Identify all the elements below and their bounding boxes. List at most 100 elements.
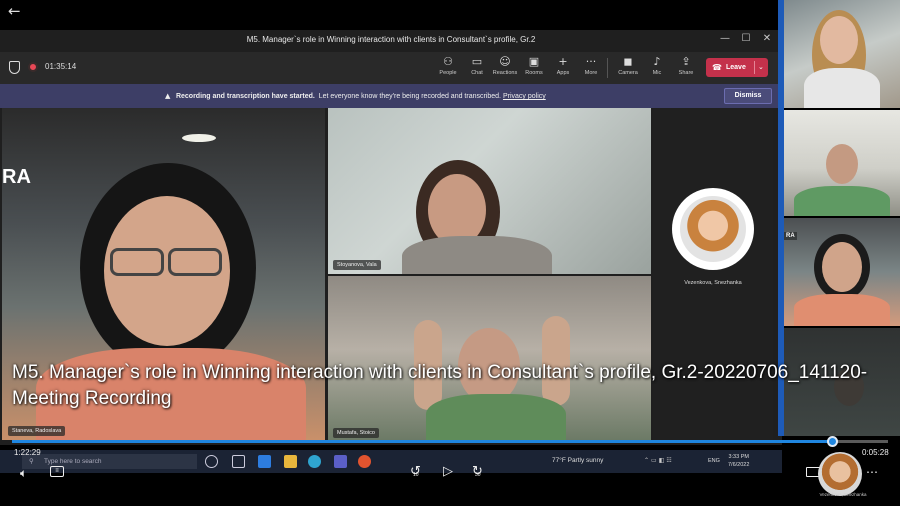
reactions-label: Reactions (492, 70, 518, 76)
people-label: People (439, 70, 457, 76)
captions-icon[interactable]: ≡ (50, 466, 64, 477)
firefox-icon (358, 455, 371, 468)
leave-label: Leave (726, 64, 746, 71)
leave-button[interactable]: ☎ Leave ⌄ (706, 58, 768, 77)
video-title-caption: M5. Manager`s role in Winning interactio… (12, 362, 868, 409)
wall-logo-text: RA (784, 232, 797, 240)
meeting-toolbar: 01:35:14 ⚇ People ▭ Chat ☺ Reactions ▣ R… (0, 52, 782, 84)
phone-icon: ☎ (712, 63, 722, 72)
system-tray-icons: ⌃▭◧☷ (644, 457, 674, 464)
face-shape (826, 144, 858, 184)
mini-self-view[interactable] (818, 452, 862, 496)
reactions-button[interactable]: ☺ Reactions (491, 55, 519, 76)
play-button[interactable]: ▷ (443, 464, 453, 479)
task-view-icon (205, 455, 218, 468)
dismiss-button[interactable]: Dismiss (724, 88, 772, 104)
mic-button[interactable]: ♪ Mic (643, 55, 671, 76)
camera-button[interactable]: ◼ Camera (614, 55, 642, 76)
chat-icon: ▭ (471, 55, 483, 68)
face-shape (820, 16, 858, 64)
reactions-icon: ☺ (499, 55, 511, 68)
recording-indicator-icon (28, 62, 38, 72)
window-title: M5. Manager`s role in Winning interactio… (246, 35, 536, 44)
participant-name-avatar: Vezenkova, Snezhanka (684, 280, 742, 286)
more-label: More (584, 70, 598, 76)
chevron-down-icon[interactable]: ⌄ (758, 58, 764, 77)
more-button[interactable]: ··· More (577, 55, 605, 76)
meeting-timer: 01:35:14 (45, 62, 77, 71)
apps-icon: + (558, 55, 568, 68)
participant-name-top: Stoyanova, Vala (333, 260, 381, 270)
apps-button[interactable]: + Apps (549, 55, 577, 76)
leave-divider (754, 61, 755, 74)
banner-text: Let everyone know they're being recorded… (318, 93, 501, 100)
warning-icon: ▲ (165, 92, 171, 100)
volume-icon[interactable]: 🔈︎ (20, 466, 27, 481)
forward-seconds: 30 (475, 472, 481, 478)
mic-icon: ♪ (653, 55, 661, 68)
camera-icon: ◼ (623, 55, 633, 68)
share-button[interactable]: ⇪ Share (672, 55, 700, 76)
apps-label: Apps (556, 70, 570, 76)
teams-icon (334, 455, 347, 468)
windows-app-icon (258, 455, 271, 468)
participant-name-bottom: Mustafa, Stoico (333, 428, 379, 438)
taskbar-time: 3:33 PM (728, 454, 749, 460)
minimize-icon[interactable]: — (718, 33, 732, 44)
forward-button[interactable]: ↻ 30 (472, 464, 483, 479)
thumbnail-participant-2[interactable] (784, 110, 900, 216)
seek-bar-fill (12, 440, 832, 443)
shirt-shape (402, 236, 552, 274)
more-icon: ··· (585, 55, 597, 68)
shirt-shape (794, 186, 890, 216)
file-explorer-icon (284, 455, 297, 468)
privacy-policy-link[interactable]: Privacy policy (503, 93, 546, 100)
rooms-label: Rooms (525, 70, 543, 76)
rooms-icon: ▣ (528, 55, 540, 68)
widgets-icon (232, 455, 245, 468)
maximize-icon[interactable]: ☐ (739, 33, 753, 44)
seek-bar-thumb[interactable] (826, 436, 838, 447)
recording-banner: ▲ Recording and transcription have start… (0, 84, 782, 108)
banner-message: ▲ Recording and transcription have start… (165, 92, 546, 100)
people-button[interactable]: ⚇ People (434, 55, 462, 76)
taskbar-date: 7/6/2022 (728, 462, 750, 468)
thumbnail-participant-1[interactable] (784, 0, 900, 108)
language-indicator: ENG (708, 458, 720, 464)
face-shape (822, 242, 862, 292)
recorded-taskbar: ⚲ Type here to search 77°F Partly sunny … (0, 450, 782, 473)
shield-icon (9, 61, 20, 74)
chat-button[interactable]: ▭ Chat (463, 55, 491, 76)
remaining-time: 0:05:28 (862, 448, 889, 457)
taskbar-search-placeholder: Type here to search (44, 458, 102, 465)
ceiling-light (182, 134, 216, 142)
close-icon[interactable]: ✕ (760, 33, 774, 44)
chat-label: Chat (471, 70, 483, 76)
share-label: Share (678, 70, 694, 76)
rewind-button[interactable]: ↺ 10 (410, 464, 421, 479)
glasses-left (110, 248, 164, 276)
toolbar-divider (607, 58, 608, 78)
rewind-seconds: 10 (413, 472, 419, 478)
seek-bar[interactable] (12, 436, 888, 447)
taskbar-search-input: ⚲ Type here to search (22, 454, 197, 469)
taskbar-clock: 3:33 PM 7/6/2022 (728, 453, 749, 469)
back-arrow-icon[interactable]: ← (8, 2, 26, 20)
edge-icon (308, 455, 321, 468)
shirt-shape (794, 294, 890, 326)
participant-tile-bottom[interactable]: Mustafa, Stoico (328, 276, 651, 440)
banner-bold-text: Recording and transcription have started… (175, 93, 315, 100)
shirt-shape (804, 68, 880, 108)
camera-label: Camera (618, 70, 638, 76)
rooms-button[interactable]: ▣ Rooms (520, 55, 548, 76)
title-bar: M5. Manager`s role in Winning interactio… (0, 30, 782, 52)
avatar (680, 196, 746, 262)
mic-label: Mic (652, 70, 662, 76)
people-icon: ⚇ (443, 55, 453, 68)
weather-widget: 77°F Partly sunny (552, 457, 604, 464)
participant-name-main: Staneva, Radoslava (8, 426, 66, 436)
thumbnail-participant-3[interactable]: RA (784, 218, 900, 326)
participant-tile-top[interactable]: Stoyanova, Vala (328, 108, 651, 274)
more-options-icon[interactable]: ⋯ (866, 465, 878, 479)
share-icon: ⇪ (681, 55, 691, 68)
